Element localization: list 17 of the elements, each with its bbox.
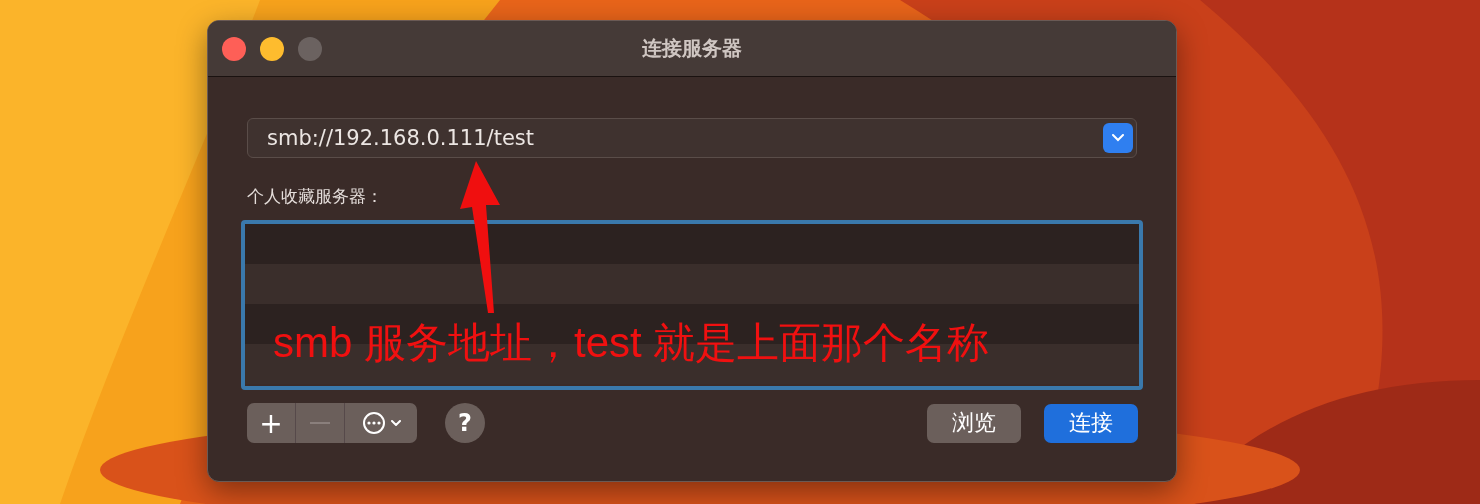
server-address-field[interactable]: smb://192.168.0.111/test xyxy=(247,118,1137,158)
annotation-text: smb 服务地址，test 就是上面那个名称 xyxy=(273,318,990,368)
minus-icon xyxy=(310,422,330,424)
chevron-down-icon xyxy=(390,420,401,426)
favorites-label: 个人收藏服务器： xyxy=(247,185,384,208)
close-button[interactable] xyxy=(222,36,246,61)
dropdown-button[interactable] xyxy=(1103,123,1133,153)
add-button[interactable]: + xyxy=(247,403,296,443)
favorites-list[interactable] xyxy=(241,220,1143,390)
chevron-down-icon xyxy=(1112,134,1124,142)
minimize-button[interactable] xyxy=(260,36,284,61)
ellipsis-circle-icon xyxy=(361,411,386,435)
connect-button[interactable]: 连接 xyxy=(1044,403,1138,443)
window-title: 连接服务器 xyxy=(642,35,742,62)
browse-button[interactable]: 浏览 xyxy=(927,403,1021,443)
help-button[interactable]: ? xyxy=(445,403,485,443)
server-address-text: smb://192.168.0.111/test xyxy=(267,126,535,150)
